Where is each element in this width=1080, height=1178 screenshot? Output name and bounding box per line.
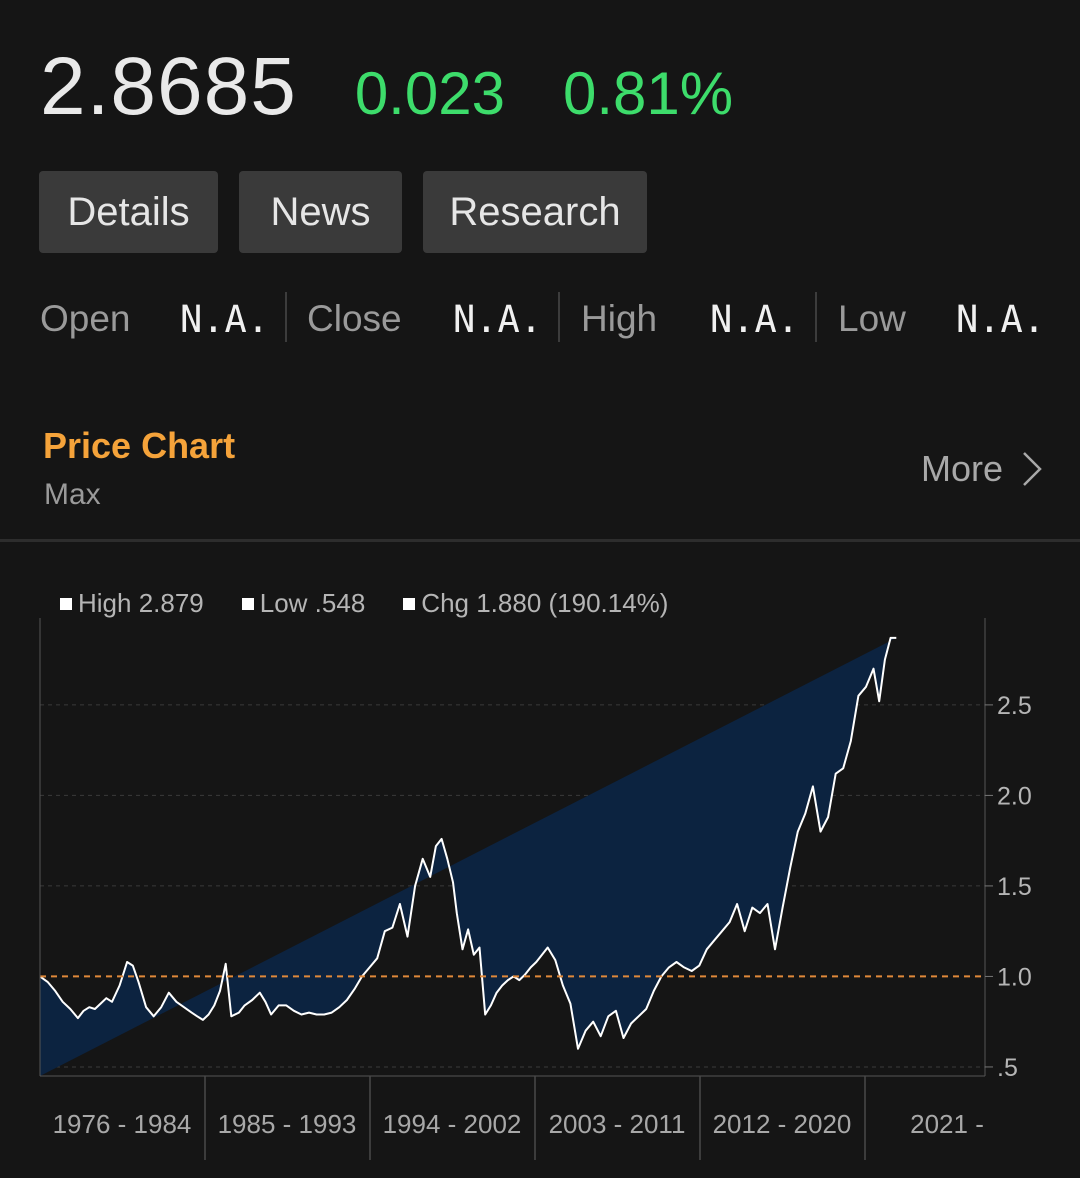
y-tick-label: 1.5 [997, 873, 1032, 901]
price-chart-range[interactable]: Max [44, 478, 101, 512]
x-category-label: 2021 - [910, 1109, 984, 1139]
chevron-right-icon [1023, 452, 1042, 486]
x-category-label: 1985 - 1993 [218, 1109, 357, 1139]
x-category-label: 1994 - 2002 [383, 1109, 522, 1139]
stat-divider [815, 292, 817, 342]
y-tick-label: 1.0 [997, 963, 1032, 991]
x-category-label: 2012 - 2020 [713, 1109, 852, 1139]
more-label: More [921, 448, 1004, 489]
stat-close-label: Close [307, 298, 402, 339]
section-divider [0, 539, 1080, 542]
tab-news[interactable]: News [239, 171, 402, 253]
x-category-label: 2003 - 2011 [549, 1109, 686, 1139]
y-tick-label: 2.0 [997, 782, 1032, 810]
stat-open-label: Open [40, 298, 131, 339]
last-price: 2.8685 [40, 41, 297, 132]
x-category-label: 1976 - 1984 [53, 1109, 192, 1139]
stat-high-value: N.A. [710, 298, 800, 341]
price-change: 0.023 [354, 60, 505, 127]
tab-research[interactable]: Research [423, 171, 647, 253]
stat-high-label: High [581, 298, 658, 339]
quote-header: 2.8685 0.023 0.81% [40, 40, 733, 134]
tab-details[interactable]: Details [39, 171, 218, 253]
stat-low-value: N.A. [956, 298, 1046, 341]
stat-divider [285, 292, 287, 342]
stat-low-label: Low [838, 298, 906, 339]
stat-open-value: N.A. [180, 298, 270, 341]
more-link[interactable]: More [921, 448, 1043, 490]
stat-divider [558, 292, 560, 342]
price-area [40, 637, 897, 1076]
price-chart-title: Price Chart [43, 425, 236, 466]
stat-close-value: N.A. [453, 298, 543, 341]
y-tick-label: .5 [997, 1054, 1018, 1082]
y-tick-label: 2.5 [997, 692, 1032, 720]
price-change-percent: 0.81% [562, 60, 734, 127]
stats-row: Open N.A. Close N.A. High N.A. Low N.A. [40, 290, 1050, 346]
price-chart[interactable]: .5 1.0 1.5 2.0 2.5 1976 - 1984 1985 - 1993 1994… [0, 600, 1080, 1178]
tab-bar: Details News Research [39, 171, 647, 253]
